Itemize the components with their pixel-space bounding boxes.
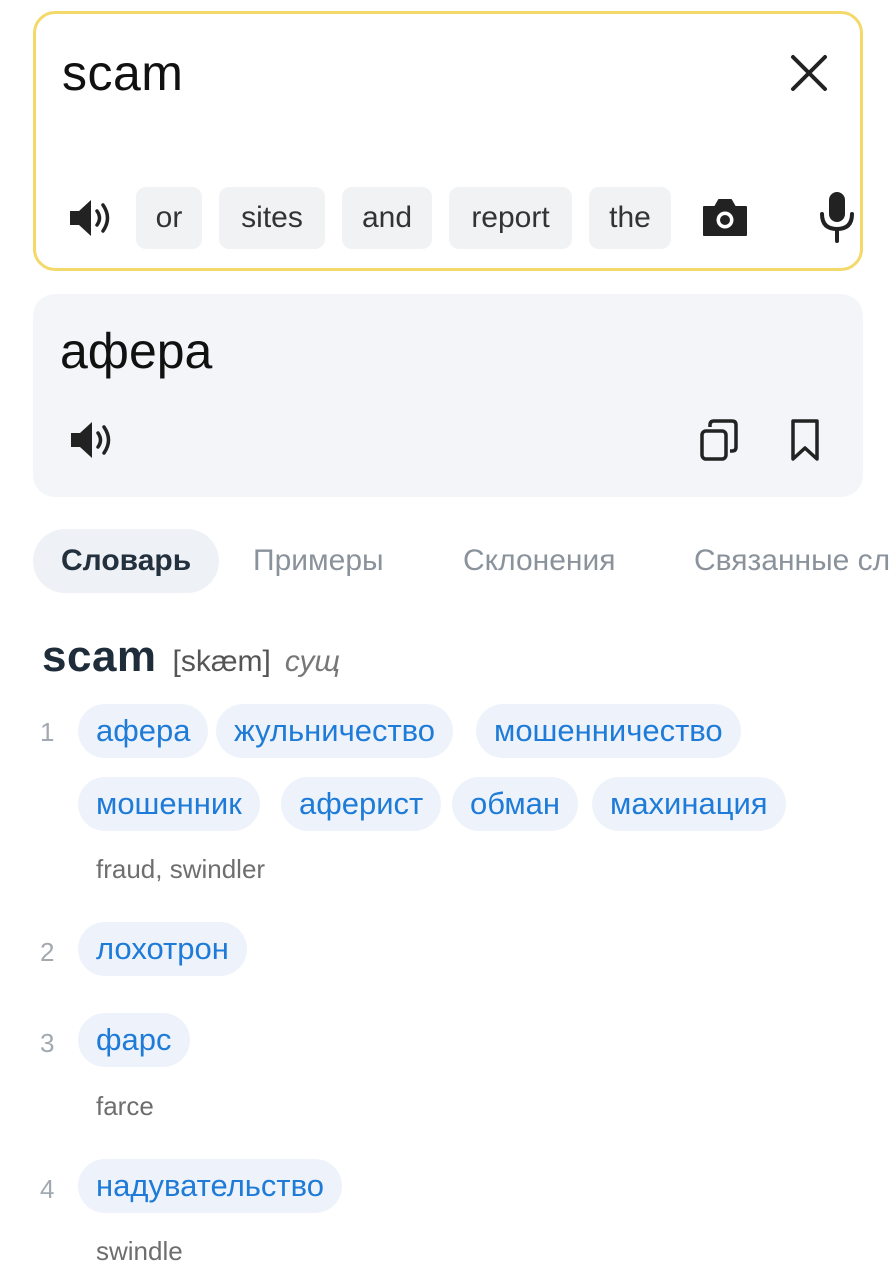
sense-gloss: farce	[96, 1091, 154, 1121]
source-toolbar: or sites and report the	[66, 185, 854, 249]
translation-chip[interactable]: обман	[452, 777, 578, 831]
translation-speaker-button[interactable]	[67, 415, 117, 465]
suggestion-chip[interactable]: the	[589, 187, 671, 249]
suggestion-chip[interactable]: sites	[219, 187, 325, 249]
bookmark-icon	[791, 419, 819, 461]
camera-icon	[703, 199, 747, 236]
sense-number: 4	[40, 1174, 55, 1204]
sense-number: 2	[40, 937, 55, 967]
microphone-icon	[820, 192, 854, 243]
speaker-icon	[71, 422, 111, 458]
translation-chip[interactable]: махинация	[592, 777, 786, 831]
tab-examples[interactable]: Примеры	[253, 529, 384, 593]
translation-chip[interactable]: мошенник	[78, 777, 260, 831]
camera-button[interactable]	[700, 195, 750, 241]
translation-chip[interactable]: аферист	[281, 777, 442, 831]
suggestion-chip[interactable]: report	[449, 187, 572, 249]
dictionary-headword-row: scam [skæm] сущ	[42, 632, 340, 688]
translation-chip[interactable]: мошенничество	[476, 704, 741, 758]
sense-gloss: fraud, swindler	[96, 854, 266, 884]
source-card: scam or sites and report the	[33, 11, 863, 271]
translation-chip[interactable]: фарс	[78, 1013, 190, 1067]
sense-number: 1	[40, 717, 55, 747]
tab-bar: Словарь Примеры Склонения Связанные сл	[33, 529, 895, 593]
translation-chip[interactable]: лохотрон	[78, 922, 247, 976]
translation-card: афера	[33, 294, 863, 497]
source-speaker-button[interactable]	[66, 193, 116, 243]
copy-button[interactable]	[697, 417, 741, 463]
tab-related-words[interactable]: Связанные сл	[694, 529, 890, 593]
transcription: [skæm]	[172, 645, 271, 678]
sense-gloss: swindle	[96, 1236, 183, 1266]
sense-number: 3	[40, 1028, 55, 1058]
translation-text: афера	[60, 323, 213, 379]
part-of-speech: сущ	[284, 645, 341, 678]
suggestion-chip[interactable]: or	[136, 187, 202, 249]
clear-button[interactable]	[786, 50, 832, 96]
tab-dictionary[interactable]: Словарь	[33, 529, 220, 593]
translation-chip[interactable]: афера	[78, 704, 209, 758]
microphone-button[interactable]	[814, 189, 860, 245]
bookmark-button[interactable]	[787, 417, 823, 463]
translation-chip[interactable]: жульничество	[216, 704, 454, 758]
tab-declensions[interactable]: Склонения	[463, 529, 615, 593]
suggestion-chip[interactable]: and	[342, 187, 432, 249]
source-input[interactable]: scam	[62, 44, 183, 102]
translation-chip[interactable]: надувательство	[78, 1159, 342, 1213]
close-icon	[791, 55, 827, 91]
copy-icon	[700, 419, 738, 461]
headword: scam	[42, 632, 157, 681]
speaker-icon	[70, 200, 110, 236]
